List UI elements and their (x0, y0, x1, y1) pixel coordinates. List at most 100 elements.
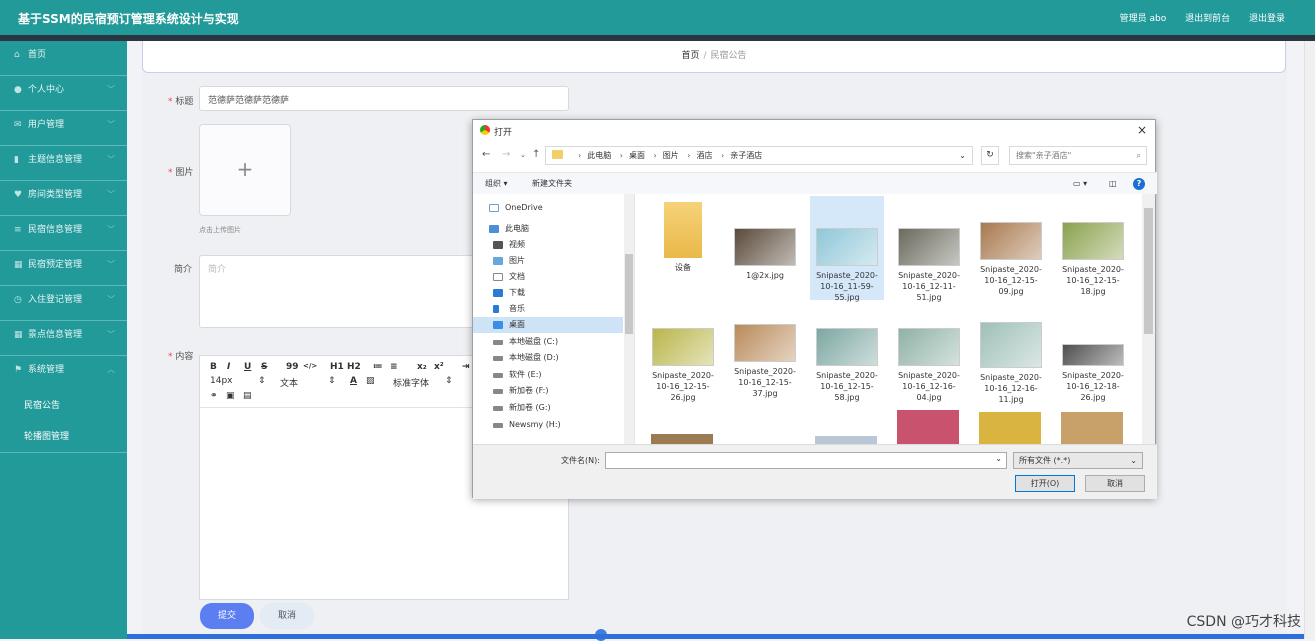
path-segment[interactable]: 图片 (663, 151, 679, 160)
file-item[interactable]: Snipaste_2020-10-16_12-15-26.jpg (646, 310, 720, 403)
file-item[interactable]: Snipaste_2020-10-16_12-16-04.jpg (892, 310, 966, 403)
recent-chevron-icon[interactable]: ⌄ (520, 151, 526, 159)
chevron-down-icon[interactable]: ⌄ (995, 454, 1002, 463)
file-item[interactable]: Snipaste_2020-10-16_12-15-18.jpg (1056, 202, 1130, 297)
help-icon[interactable]: ? (1133, 178, 1145, 190)
partial-thumbnail (815, 436, 877, 444)
nav-item[interactable]: 新加卷 (F:) (489, 383, 625, 399)
sidebar-item-users[interactable]: ✉ 用户管理 ﹀ (0, 111, 127, 146)
quote-button[interactable]: 99 (286, 362, 299, 372)
font-size-select[interactable]: 14px (210, 376, 233, 386)
nav-item[interactable]: 软件 (E:) (489, 367, 625, 383)
cancel-button[interactable]: 取消 (260, 603, 314, 629)
nav-item[interactable]: 文档 (489, 269, 625, 285)
video-icon[interactable]: ▤ (243, 391, 252, 401)
file-item-folder[interactable]: 设备 (646, 202, 720, 273)
close-icon[interactable]: × (1137, 123, 1147, 137)
file-item[interactable]: Snipaste_2020-10-16_12-15-37.jpg (728, 310, 802, 399)
forward-arrow-icon[interactable]: → (502, 149, 510, 160)
sidebar-item-themes[interactable]: ▮ 主题信息管理 ﹀ (0, 146, 127, 181)
file-item[interactable]: Snipaste_2020-10-16_12-11-51.jpg (892, 202, 966, 303)
dialog-titlebar[interactable]: 打开 × (473, 120, 1155, 142)
strike-button[interactable]: S (261, 362, 267, 372)
nav-item[interactable]: Newsmy (H:) (489, 417, 625, 433)
open-button[interactable]: 打开(O) (1015, 475, 1075, 492)
file-item[interactable]: 1@2x.jpg (728, 202, 802, 281)
path-segment[interactable]: 酒店 (696, 151, 712, 160)
nav-item[interactable]: 音乐 (489, 301, 625, 317)
dropdown-arrow-icon: ⇕ (258, 376, 266, 386)
nav-item[interactable]: 本地磁盘 (C:) (489, 334, 625, 350)
sidebar-subitem-announcements[interactable]: 民宿公告 (0, 391, 127, 422)
path-box[interactable]: › 此电脑 › 桌面 › 图片 › 酒店 › 亲子酒店 ⌄ (545, 146, 973, 165)
sidebar-item-checkin[interactable]: ◷ 入住登记管理 ﹀ (0, 286, 127, 321)
h1-button[interactable]: H1 (330, 362, 344, 372)
sidebar-item-system[interactable]: ⚑ 系统管理 ︿ (0, 356, 127, 391)
filename-input[interactable]: ⌄ (605, 452, 1007, 469)
path-segment[interactable]: 此电脑 (587, 151, 611, 160)
indent-button[interactable]: ⇥ (462, 362, 470, 372)
ordered-list-button[interactable]: ≔ (373, 362, 383, 372)
image-upload-button[interactable]: + (199, 124, 291, 216)
sidebar-item-room-types[interactable]: ♥ 房间类型管理 ﹀ (0, 181, 127, 216)
title-input[interactable]: 范德萨范德萨范德萨 (199, 86, 569, 111)
text-style-select[interactable]: 文本 (280, 376, 298, 389)
file-item[interactable]: Snipaste_2020-10-16_12-15-58.jpg (810, 310, 884, 403)
chevron-down-icon[interactable]: ⌄ (959, 147, 966, 164)
font-family-select[interactable]: 标准字体 (393, 376, 429, 389)
to-frontend-link[interactable]: 退出到前台 (1185, 14, 1230, 24)
drive-icon (493, 340, 503, 345)
view-options-icon[interactable]: ▭ ▾ (1073, 173, 1087, 195)
font-color-icon[interactable]: A (350, 376, 357, 386)
back-arrow-icon[interactable]: ← (482, 149, 490, 160)
nav-item[interactable]: 本地磁盘 (D:) (489, 350, 625, 366)
preview-pane-icon[interactable]: ◫ (1109, 173, 1117, 195)
nav-scrollbar[interactable] (624, 194, 634, 444)
dialog-cancel-button[interactable]: 取消 (1085, 475, 1145, 492)
up-arrow-icon[interactable]: ↑ (532, 149, 540, 160)
sidebar-item-profile[interactable]: ● 个人中心 ﹀ (0, 76, 127, 111)
refresh-icon[interactable]: ↻ (981, 146, 999, 165)
underline-button[interactable]: U (244, 362, 251, 372)
new-folder-button[interactable]: 新建文件夹 (532, 173, 572, 195)
file-item-selected[interactable]: Snipaste_2020-10-16_11-59-55.jpg (810, 196, 884, 302)
nav-item[interactable]: 此电脑 (473, 221, 609, 237)
h2-button[interactable]: H2 (347, 362, 361, 372)
superscript-button[interactable]: x² (434, 362, 444, 372)
filetype-select[interactable]: 所有文件 (*.*) ⌄ (1013, 452, 1143, 469)
sidebar-item-bookings[interactable]: ▦ 民宿预定管理 ﹀ (0, 251, 127, 286)
sidebar-item-home[interactable]: ⌂ 首页 (0, 41, 127, 76)
page-scrollbar[interactable] (1304, 41, 1315, 639)
breadcrumb-home[interactable]: 首页 (681, 51, 699, 61)
bar-chart-icon: ▮ (14, 155, 19, 165)
organize-menu[interactable]: 组织 ▾ (485, 173, 508, 195)
file-item[interactable]: Snipaste_2020-10-16_12-18-26.jpg (1056, 310, 1130, 403)
drive-icon (493, 373, 503, 378)
nav-item[interactable]: 新加卷 (G:) (489, 400, 625, 416)
nav-item-selected[interactable]: 桌面 (473, 317, 623, 333)
code-button[interactable]: </> (303, 362, 317, 370)
search-input[interactable]: 搜索"亲子酒店" ⌕ (1009, 146, 1147, 165)
image-icon[interactable]: ▣ (226, 391, 235, 401)
sidebar-item-attractions[interactable]: ▦ 景点信息管理 ﹀ (0, 321, 127, 356)
folder-icon (664, 202, 702, 258)
file-item[interactable]: Snipaste_2020-10-16_12-16-11.jpg (974, 310, 1048, 405)
nav-item[interactable]: 图片 (489, 253, 625, 269)
logout-link[interactable]: 退出登录 (1249, 14, 1285, 24)
sidebar-subitem-carousel[interactable]: 轮播图管理 (0, 422, 127, 453)
path-segment[interactable]: 桌面 (629, 151, 645, 160)
bold-button[interactable]: B (210, 362, 217, 372)
file-list-scrollbar[interactable] (1142, 194, 1155, 444)
bullet-list-button[interactable]: ≡ (390, 362, 398, 372)
nav-item[interactable]: 视频 (489, 237, 625, 253)
sidebar-item-homestays[interactable]: ≡ 民宿信息管理 ﹀ (0, 216, 127, 251)
submit-button[interactable]: 提交 (200, 603, 254, 629)
nav-item[interactable]: OneDrive (473, 200, 609, 216)
italic-button[interactable]: I (227, 362, 230, 372)
subscript-button[interactable]: x₂ (417, 362, 427, 372)
link-icon[interactable]: ⚭ (210, 391, 218, 401)
nav-item[interactable]: 下载 (489, 285, 625, 301)
background-color-icon[interactable]: ▨ (366, 376, 375, 386)
path-segment[interactable]: 亲子酒店 (730, 151, 762, 160)
file-item[interactable]: Snipaste_2020-10-16_12-15-09.jpg (974, 202, 1048, 297)
